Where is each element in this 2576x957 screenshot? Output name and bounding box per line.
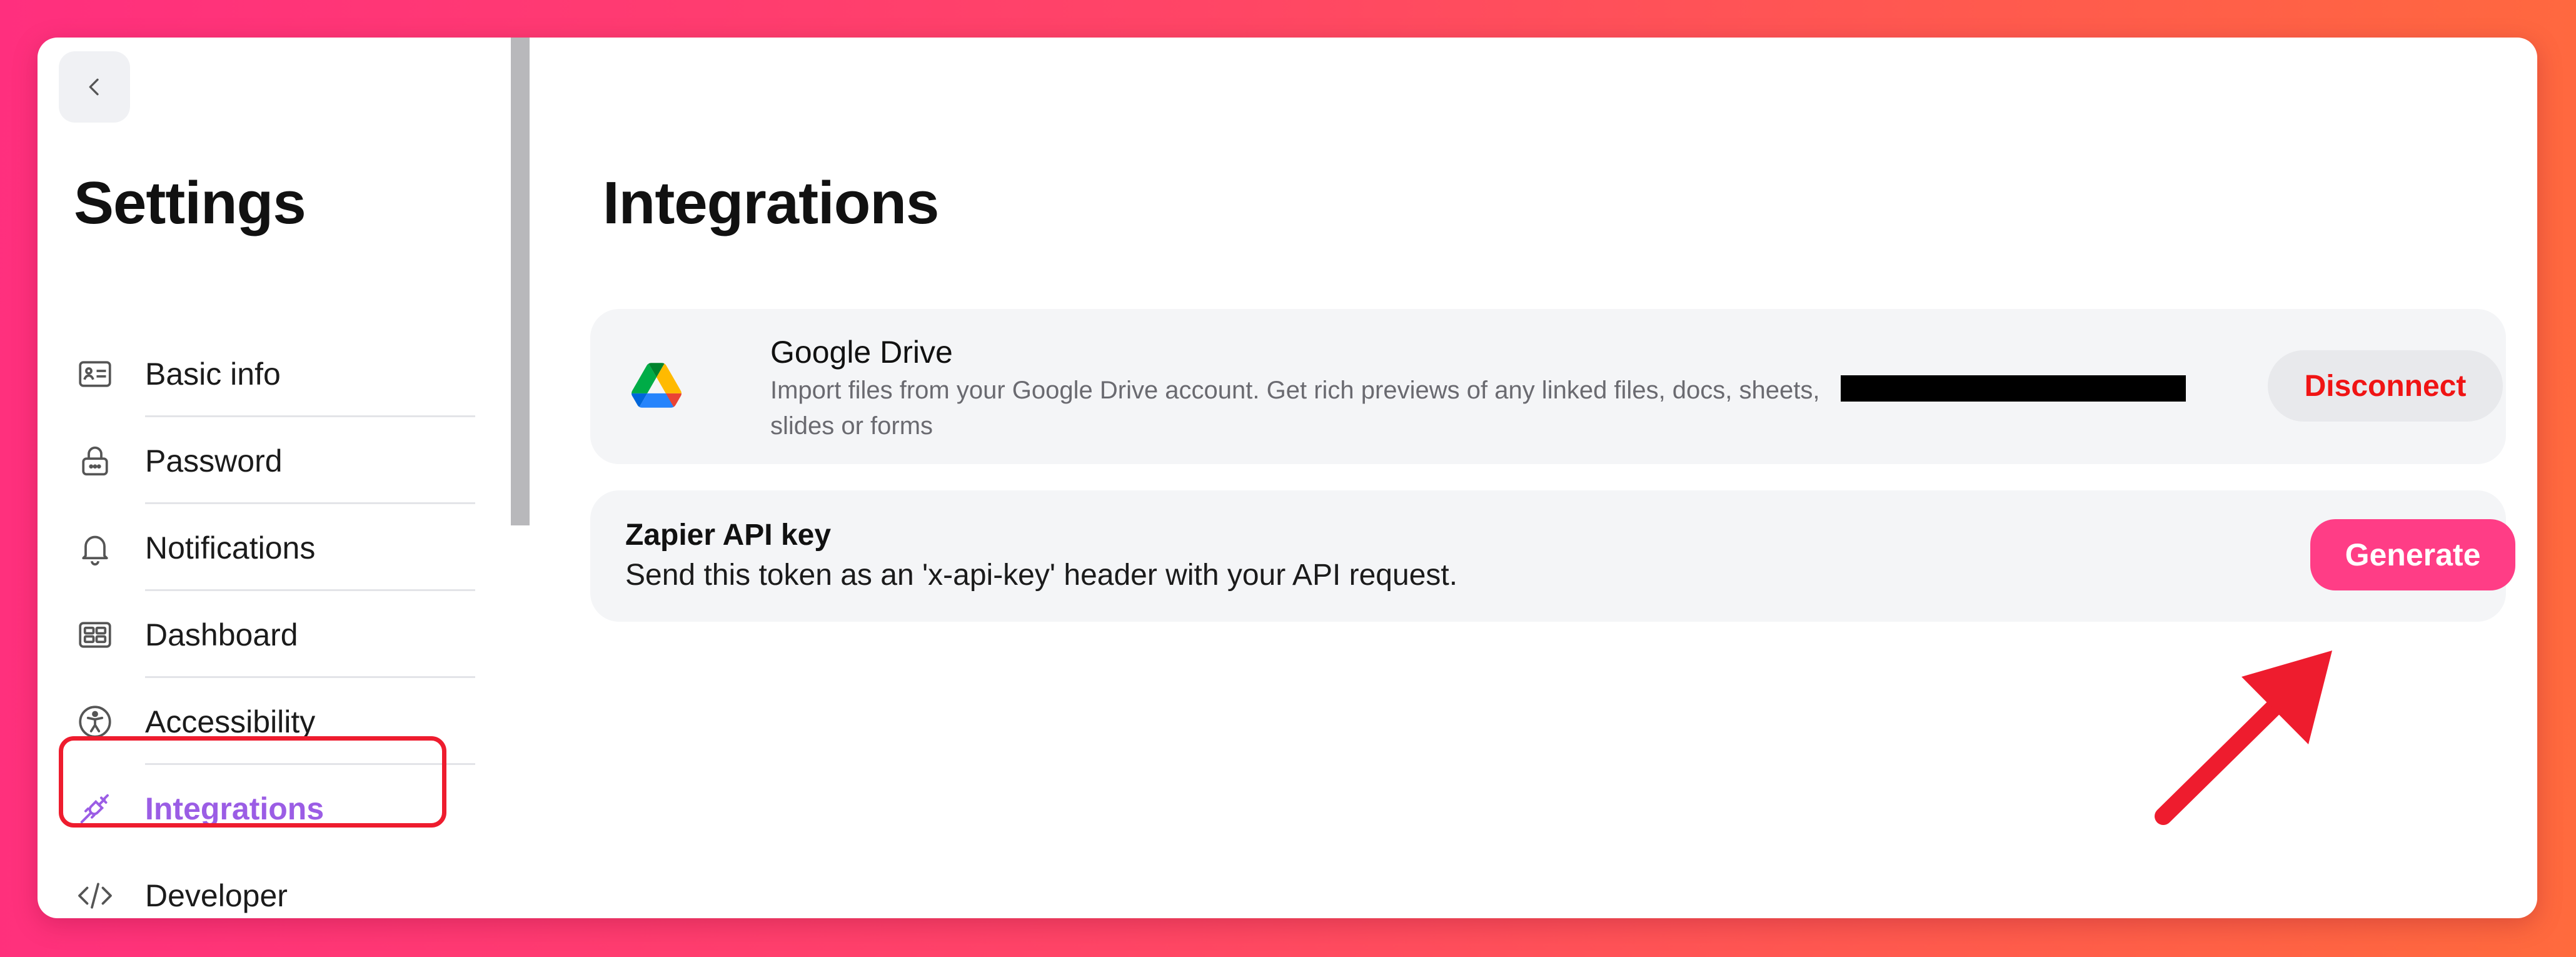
sidebar-item-label: Developer <box>145 878 288 913</box>
settings-window: Settings Basic info Password Notificatio… <box>38 38 2537 918</box>
lock-icon <box>75 441 115 481</box>
disconnect-button[interactable]: Disconnect <box>2268 350 2503 422</box>
sidebar-item-label: Dashboard <box>145 617 298 652</box>
redacted-account <box>1841 375 2186 402</box>
sidebar-item-integrations[interactable]: Integrations <box>38 765 475 852</box>
integration-description: Import files from your Google Drive acco… <box>770 377 1820 440</box>
id-card-icon <box>75 354 115 394</box>
sidebar-item-label: Notifications <box>145 530 316 565</box>
plug-icon <box>75 789 115 829</box>
google-drive-card: Google Drive Import files from your Goog… <box>590 309 2506 464</box>
dashboard-icon <box>75 615 115 655</box>
settings-nav: Basic info Password Notifications Dashbo… <box>38 330 475 918</box>
sidebar-item-label: Integrations <box>145 791 325 826</box>
accessibility-icon <box>75 702 115 742</box>
code-icon <box>75 876 115 916</box>
sidebar-item-notifications[interactable]: Notifications <box>38 504 475 591</box>
sidebar-item-basic-info[interactable]: Basic info <box>38 330 475 417</box>
settings-sidebar: Settings Basic info Password Notificatio… <box>38 38 513 918</box>
pointer-arrow-icon <box>2149 646 2337 831</box>
generate-button[interactable]: Generate <box>2310 519 2515 590</box>
sidebar-item-label: Basic info <box>145 356 281 392</box>
google-drive-icon <box>631 363 682 408</box>
page-title: Integrations <box>603 170 939 236</box>
zapier-api-key-card: Zapier API key Send this token as an 'x-… <box>590 490 2515 622</box>
sidebar-scrollbar[interactable] <box>511 38 530 525</box>
bell-icon <box>75 528 115 568</box>
sidebar-item-accessibility[interactable]: Accessibility <box>38 678 475 765</box>
sidebar-item-dashboard[interactable]: Dashboard <box>38 591 475 678</box>
integration-name: Google Drive <box>770 335 953 370</box>
sidebar-item-password[interactable]: Password <box>38 417 475 504</box>
sidebar-item-label: Accessibility <box>145 704 316 739</box>
back-button[interactable] <box>59 51 130 123</box>
sidebar-item-developer[interactable]: Developer <box>38 852 475 918</box>
chevron-left-icon <box>89 78 99 96</box>
zapier-title: Zapier API key <box>625 519 832 552</box>
sidebar-title: Settings <box>74 170 306 236</box>
sidebar-item-label: Password <box>145 443 283 478</box>
zapier-description: Send this token as an 'x-api-key' header… <box>625 559 1458 592</box>
